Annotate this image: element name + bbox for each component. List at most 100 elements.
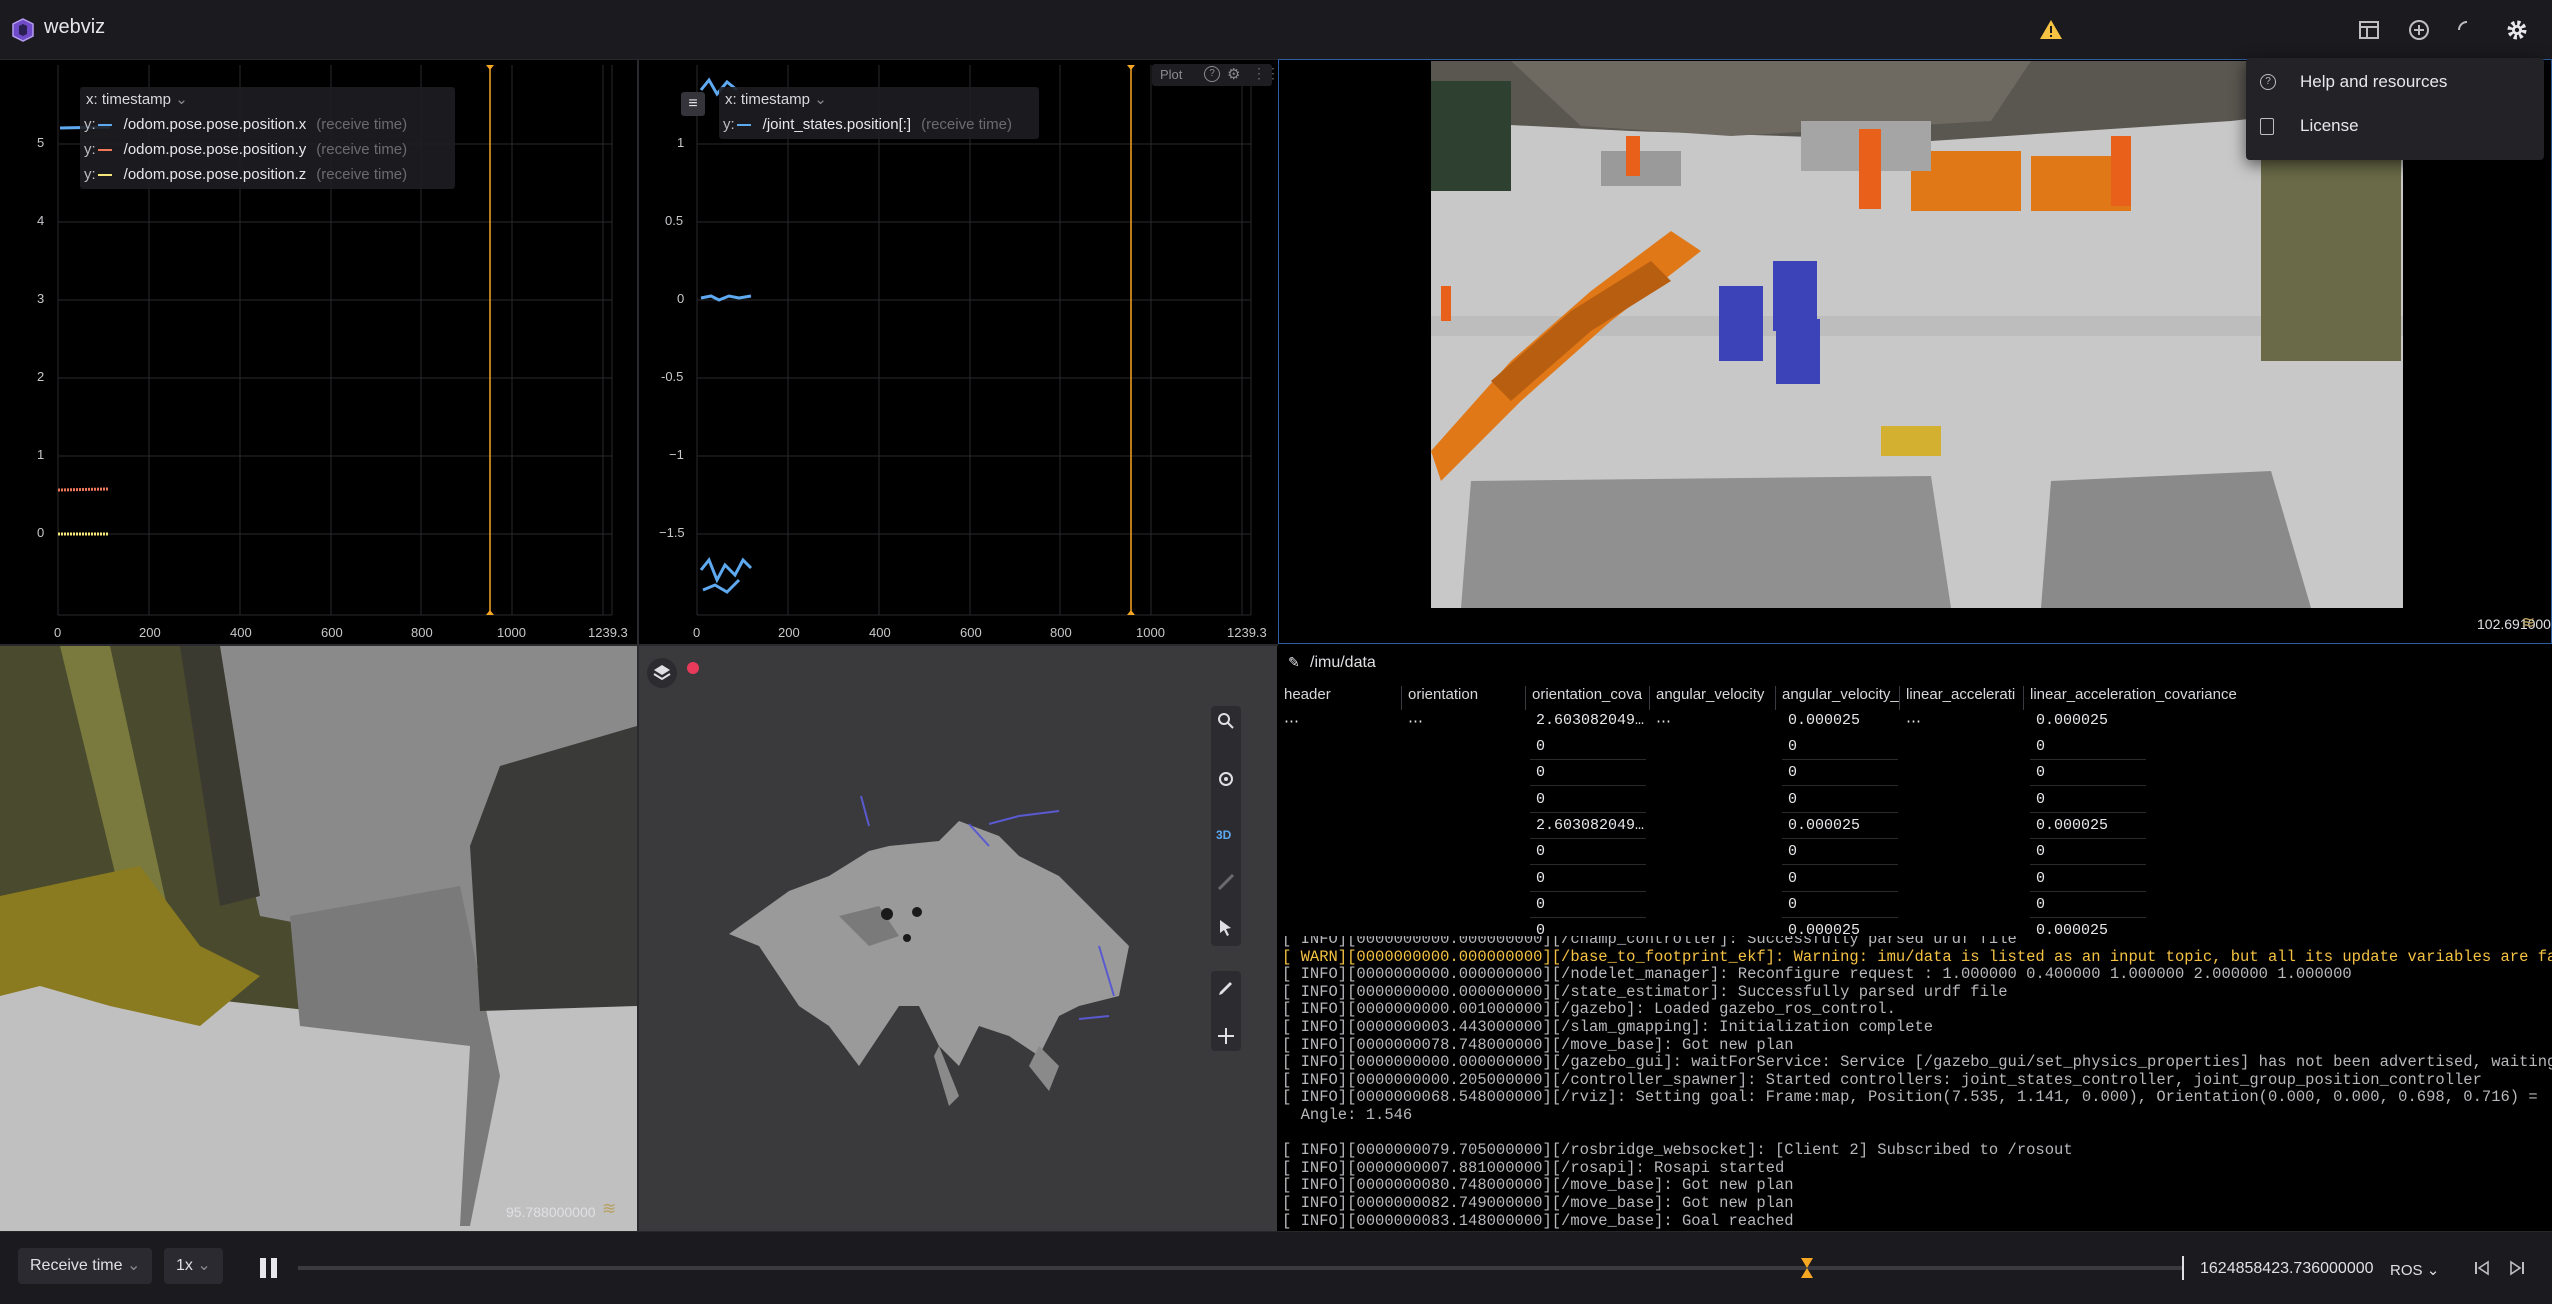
timeline-end-marker [2182, 1256, 2184, 1280]
y-tick: 1 [677, 135, 685, 150]
edit-topic-icon[interactable]: ✎ [1288, 654, 1300, 671]
image-options-icon[interactable]: ≋ [2521, 613, 2535, 633]
pause-icon[interactable] [258, 1256, 280, 1280]
plot-menu-icon[interactable]: ≡ [681, 92, 705, 116]
cell-underline [1530, 785, 1646, 787]
legend-topic[interactable]: /odom.pose.pose.position.y [124, 141, 307, 158]
settings-gear-icon[interactable] [2505, 18, 2529, 42]
warning-icon[interactable] [2039, 18, 2063, 42]
legend-time-mode[interactable]: (receive time) [316, 141, 407, 158]
x-tick: 200 [139, 625, 161, 640]
table-cell: 2.603082049… [1536, 712, 1645, 729]
image-panel-robot-camera[interactable]: 95.788000000 ≋ [0, 646, 637, 1231]
table-cell[interactable]: ⋯ [1906, 712, 1921, 731]
legend-topic[interactable]: /joint_states.position[:] [763, 116, 911, 133]
column-header[interactable]: angular_velocity [1650, 686, 1776, 710]
series-swatch [97, 174, 112, 177]
follow-target-icon[interactable] [1217, 770, 1235, 788]
column-header[interactable]: linear_acceleration_covariance [2024, 686, 2254, 710]
plot-panel-joint-states[interactable]: 1 0.5 0 -0.5 −1 −1.5 0 200 400 600 800 1… [639, 60, 1277, 644]
x-tick: 1239.3 [588, 625, 628, 640]
timeline-scrubber[interactable] [298, 1258, 2184, 1278]
cell-underline [1782, 916, 1898, 918]
3d-panel[interactable]: 3D [639, 646, 1277, 1231]
chevron-down-icon: ⌄ [175, 91, 188, 108]
rosout-log-panel[interactable]: [ INFO][0000000000.000000000][/champ_con… [1278, 936, 2552, 1231]
table-cell: 0.000025 [2036, 922, 2109, 936]
table-cell[interactable]: ⋯ [1656, 712, 1671, 731]
legend-row[interactable]: y: /joint_states.position[:] (receive time… [719, 112, 1039, 137]
seek-back-icon[interactable] [2473, 1259, 2491, 1277]
x-tick: 0 [54, 625, 62, 640]
legend-row[interactable]: y: /odom.pose.pose.position.y (receive tim… [80, 137, 455, 162]
3d-toolbar: 3D [1211, 706, 1241, 946]
webviz-logo-icon [12, 18, 34, 42]
table-cell: 0 [1788, 869, 1798, 887]
image-options-icon[interactable]: ≋ [602, 1199, 616, 1219]
log-line: [ INFO][0000000080.748000000][/move_base… [1282, 1176, 1794, 1195]
cell-underline [1782, 837, 1898, 839]
legend-row[interactable]: y: /odom.pose.pose.position.x (receive tim… [80, 112, 455, 137]
3d-mode-toggle[interactable]: 3D [1216, 828, 1231, 842]
legend-topic[interactable]: /odom.pose.pose.position.x [124, 116, 307, 133]
ruler-icon[interactable] [1217, 873, 1235, 891]
legend-row[interactable]: y: /odom.pose.pose.position.z (receive tim… [80, 162, 455, 187]
current-time[interactable]: 1624858423.736000000 [2200, 1260, 2374, 1278]
occupancy-map-view[interactable] [639, 646, 1277, 1231]
table-cell: 0.000025 [1788, 922, 1861, 936]
column-header[interactable]: orientation [1402, 686, 1526, 710]
legend-prefix: y: [723, 116, 735, 133]
legend-time-mode[interactable]: (receive time) [316, 166, 407, 183]
plot-area[interactable] [639, 60, 1277, 644]
table-cell: 0 [1536, 922, 1546, 936]
y-tick: -0.5 [661, 369, 684, 384]
cell-underline [1530, 837, 1646, 839]
x-axis-selector[interactable]: x: timestamp ⌄ [719, 87, 1039, 112]
panel-divider[interactable] [0, 644, 1278, 646]
legend-time-mode[interactable]: (receive time) [921, 116, 1012, 133]
seek-forward-icon[interactable] [2508, 1259, 2526, 1277]
add-panel-icon[interactable] [2407, 18, 2431, 42]
table-cell: 0 [1536, 790, 1546, 808]
layout-icon[interactable] [2357, 18, 2381, 42]
table-cell[interactable]: ⋯ [1284, 712, 1299, 731]
menu-item-help[interactable]: ? Help and resources [2246, 62, 2544, 102]
panel-settings-icon[interactable]: ⚙ [1227, 65, 1240, 83]
plot-panel-odom[interactable]: 5 4 3 2 1 0 0 200 400 600 800 1000 1239.… [0, 60, 637, 644]
timeline-playhead[interactable] [1800, 1257, 1814, 1279]
table-cell: 0 [2036, 843, 2046, 861]
drag-handle-icon[interactable]: ⋮⋮ [1252, 65, 1277, 82]
legend-time-mode[interactable]: (receive time) [316, 116, 407, 133]
table-cell[interactable]: ⋯ [1408, 712, 1423, 731]
cell-underline [2030, 837, 2146, 839]
speed-select[interactable]: 1x ⌄ [164, 1248, 223, 1284]
cell-underline [1530, 916, 1646, 918]
time-format-select[interactable]: ROS ⌄ [2390, 1261, 2439, 1279]
column-header[interactable]: orientation_cova [1526, 686, 1650, 710]
joint-series-cluster [699, 77, 753, 594]
cell-underline [1530, 759, 1646, 760]
time-source-select[interactable]: Receive time ⌄ [18, 1248, 153, 1284]
column-header[interactable]: angular_velocity_ [1776, 686, 1900, 710]
topic-path-input[interactable]: /imu/data [1310, 654, 1376, 672]
legend-topic[interactable]: /odom.pose.pose.position.z [124, 166, 307, 183]
table-cell: 0 [1788, 790, 1798, 808]
edit-pencil-icon[interactable] [1217, 977, 1235, 995]
table-cell: 0.000025 [1788, 712, 1861, 729]
x-axis-label: x: timestamp [725, 91, 811, 108]
search-icon[interactable] [1217, 712, 1235, 730]
help-icon[interactable]: ? [1204, 66, 1220, 82]
menu-item-label: Help and resources [2300, 72, 2448, 91]
move-icon[interactable] [1217, 1027, 1235, 1045]
raw-messages-panel[interactable]: ✎ /imu/data header orientation orientati… [1278, 646, 2552, 936]
column-header[interactable]: header [1278, 686, 1402, 710]
select-pointer-icon[interactable] [1217, 918, 1235, 936]
column-header[interactable]: linear_accelerati [1900, 686, 2024, 710]
x-axis-selector[interactable]: x: timestamp ⌄ [80, 87, 455, 112]
log-line: [ INFO][0000000000.000000000][/state_est… [1282, 982, 2008, 1001]
time-source-label: Receive time [30, 1257, 123, 1274]
table-cell: 0 [1788, 895, 1798, 913]
layers-button[interactable] [647, 658, 677, 688]
menu-item-license[interactable]: License [2246, 106, 2544, 146]
image-timestamp: 102.691000000 [2477, 616, 2551, 632]
